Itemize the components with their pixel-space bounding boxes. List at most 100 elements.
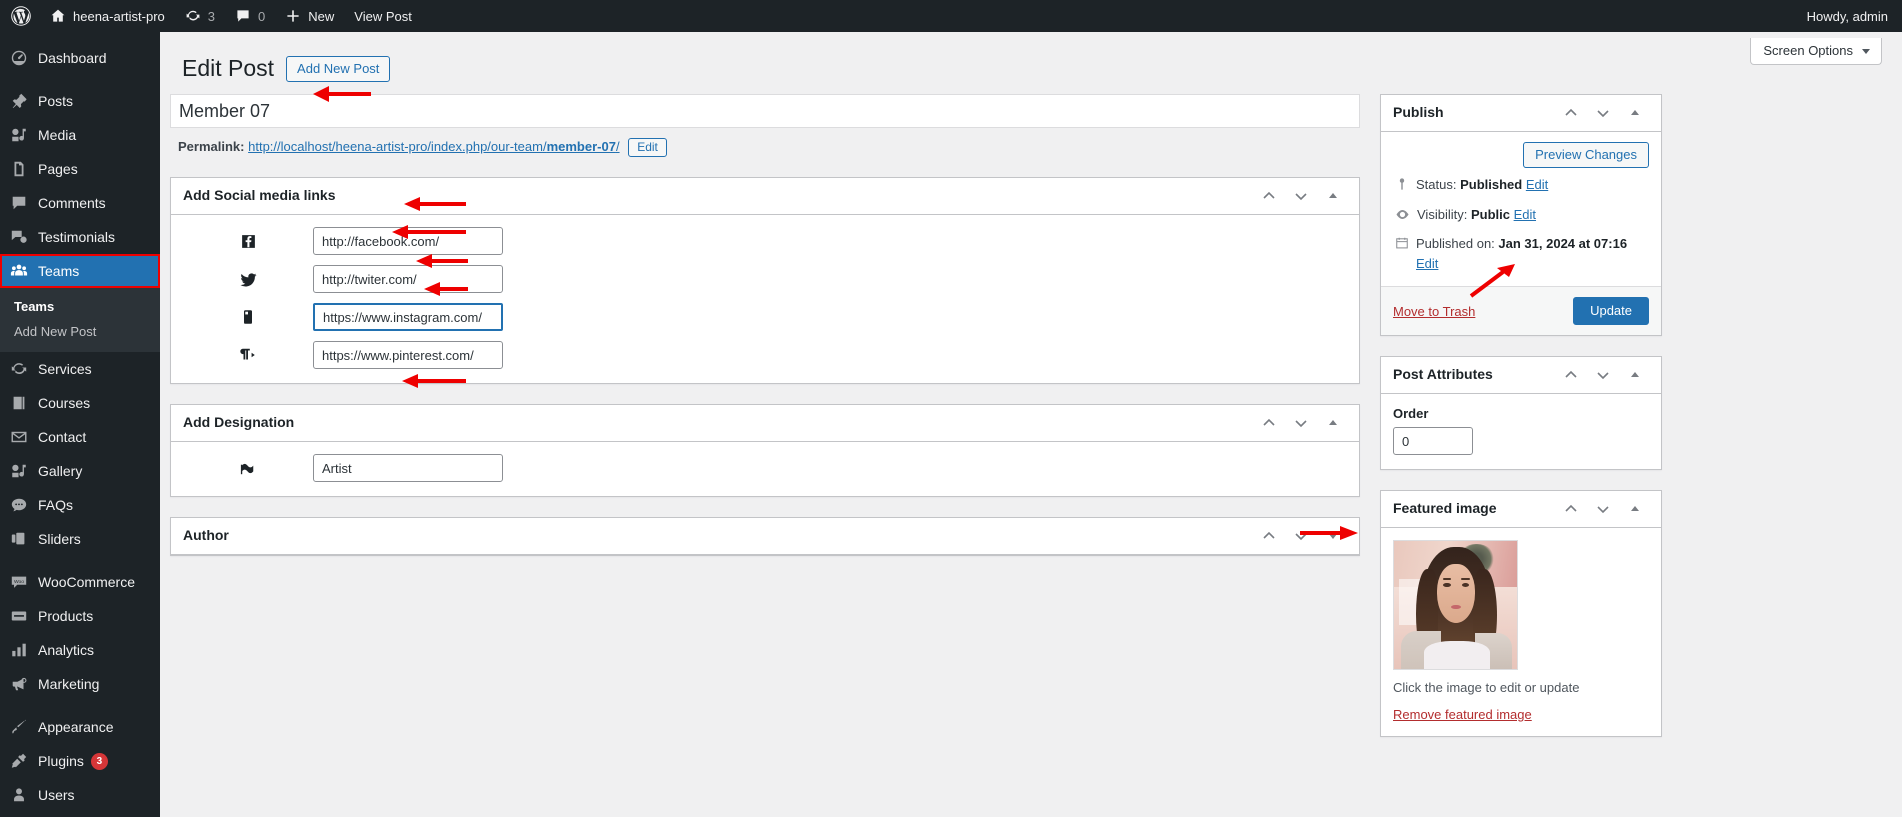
submenu-item-add-new-post[interactable]: Add New Post [0, 319, 160, 344]
move-up-button[interactable] [1255, 182, 1283, 210]
designation-input[interactable] [313, 454, 503, 482]
move-down-button[interactable] [1589, 361, 1617, 389]
permalink-base[interactable]: http://localhost/heena-artist-pro/index.… [248, 139, 546, 154]
view-post-label: View Post [354, 8, 412, 24]
sidebar-item-label: Testimonials [38, 229, 116, 245]
comments-menu[interactable]: 0 [225, 0, 275, 32]
sidebar-item-label: Comments [38, 195, 106, 211]
move-up-button[interactable] [1255, 522, 1283, 550]
menu-order-input[interactable] [1393, 427, 1473, 455]
chevron-up-icon [1261, 528, 1277, 544]
permalink-trailing[interactable]: / [616, 139, 620, 154]
status-text: Status: Published Edit [1416, 175, 1548, 195]
move-up-button[interactable] [1557, 361, 1585, 389]
permalink-slug[interactable]: member-07 [547, 139, 616, 154]
sidebar-item-label: Marketing [38, 676, 100, 692]
social-metabox-title: Add Social media links [183, 187, 336, 204]
screen-options-button[interactable]: Screen Options [1750, 38, 1882, 65]
sidebar-item-sliders[interactable]: Sliders [0, 522, 160, 556]
site-name-menu[interactable]: heena-artist-pro [40, 0, 175, 32]
publish-footer: Move to Trash Update [1381, 286, 1661, 335]
edit-permalink-button[interactable]: Edit [628, 138, 667, 157]
move-down-button[interactable] [1287, 522, 1315, 550]
update-icon [10, 360, 38, 378]
sidebar-item-testimonials[interactable]: Testimonials [0, 220, 160, 254]
chevron-down-icon [1595, 105, 1611, 121]
facebook-row [183, 227, 1347, 255]
sidebar-item-services[interactable]: Services [0, 352, 160, 386]
toggle-panel-button[interactable] [1621, 99, 1649, 127]
handle-actions [1557, 99, 1649, 127]
sidebar-item-faqs[interactable]: FAQs [0, 488, 160, 522]
new-content-menu[interactable]: New [275, 0, 344, 32]
move-down-button[interactable] [1287, 409, 1315, 437]
my-account-menu[interactable]: Howdy, admin [1797, 0, 1898, 32]
sidebar-item-marketing[interactable]: Marketing [0, 667, 160, 701]
site-name-label: heena-artist-pro [73, 8, 165, 24]
move-to-trash-link[interactable]: Move to Trash [1393, 304, 1475, 319]
eye-icon [1395, 205, 1410, 222]
updates-menu[interactable]: 3 [175, 0, 225, 32]
sidebar-item-dashboard[interactable]: Dashboard [0, 41, 160, 75]
home-icon [50, 8, 66, 24]
handle-actions [1557, 361, 1649, 389]
page-title: Edit Post [182, 55, 275, 81]
post-title-input[interactable] [170, 94, 1360, 128]
add-new-post-button[interactable]: Add New Post [286, 55, 391, 82]
social-media-metabox: Add Social media links [170, 177, 1360, 384]
sidebar-item-analytics[interactable]: Analytics [0, 633, 160, 667]
move-up-button[interactable] [1557, 495, 1585, 523]
caret-up-icon [1327, 190, 1339, 202]
preview-changes-button[interactable]: Preview Changes [1523, 142, 1649, 168]
wordpress-logo-menu[interactable] [0, 0, 40, 32]
sidebar-item-gallery[interactable]: Gallery [0, 454, 160, 488]
sidebar-item-woocommerce[interactable]: Woo WooCommerce [0, 565, 160, 599]
menu-spacer-2 [0, 556, 160, 565]
handle-actions [1255, 409, 1347, 437]
comment-bubble-icon [235, 8, 251, 24]
facebook-url-input[interactable] [313, 227, 503, 255]
toggle-panel-button[interactable] [1319, 522, 1347, 550]
move-down-button[interactable] [1589, 495, 1617, 523]
move-up-button[interactable] [1557, 99, 1585, 127]
sidebar-item-comments[interactable]: Comments [0, 186, 160, 220]
edit-visibility-link[interactable]: Edit [1514, 207, 1536, 222]
move-down-button[interactable] [1287, 182, 1315, 210]
move-up-button[interactable] [1255, 409, 1283, 437]
permalink-link[interactable]: http://localhost/heena-artist-pro/index.… [248, 139, 619, 154]
products-icon [10, 607, 38, 625]
sidebar-item-users[interactable]: Users [0, 778, 160, 812]
sidebar-item-teams[interactable]: Teams [0, 254, 160, 288]
published-on-text: Published on: Jan 31, 2024 at 07:16 Edit [1416, 234, 1649, 273]
submenu-item-teams[interactable]: Teams [0, 294, 160, 319]
instagram-url-input[interactable] [313, 303, 503, 331]
toggle-panel-button[interactable] [1621, 361, 1649, 389]
plugins-update-badge: 3 [90, 752, 108, 770]
sidebar-item-products[interactable]: Products [0, 599, 160, 633]
featured-image-thumbnail[interactable] [1393, 540, 1518, 670]
chevron-down-icon [1293, 188, 1309, 204]
toggle-panel-button[interactable] [1319, 182, 1347, 210]
twitter-url-input[interactable] [313, 265, 503, 293]
edit-published-link[interactable]: Edit [1416, 256, 1438, 271]
view-post-link[interactable]: View Post [344, 0, 422, 32]
sidebar-item-appearance[interactable]: Appearance [0, 710, 160, 744]
move-down-button[interactable] [1589, 99, 1617, 127]
remove-featured-image-link[interactable]: Remove featured image [1393, 707, 1532, 722]
sidebar-item-label: Courses [38, 395, 91, 411]
featured-inside: Click the image to edit or update Remove… [1381, 528, 1661, 736]
comments-count: 0 [258, 8, 266, 24]
author-metabox-title: Author [183, 527, 229, 544]
toggle-panel-button[interactable] [1319, 409, 1347, 437]
sidebar-item-posts[interactable]: Posts [0, 84, 160, 118]
sidebar-item-pages[interactable]: Pages [0, 152, 160, 186]
sidebar-item-media[interactable]: Media [0, 118, 160, 152]
sidebar-item-contact[interactable]: Contact [0, 420, 160, 454]
toggle-panel-button[interactable] [1621, 495, 1649, 523]
pinterest-url-input[interactable] [313, 341, 503, 369]
update-button[interactable]: Update [1573, 297, 1649, 325]
sidebar-item-plugins[interactable]: Plugins 3 [0, 744, 160, 778]
sidebar-item-courses[interactable]: Courses [0, 386, 160, 420]
sidebar-item-label: Gallery [38, 463, 83, 479]
edit-status-link[interactable]: Edit [1526, 177, 1548, 192]
